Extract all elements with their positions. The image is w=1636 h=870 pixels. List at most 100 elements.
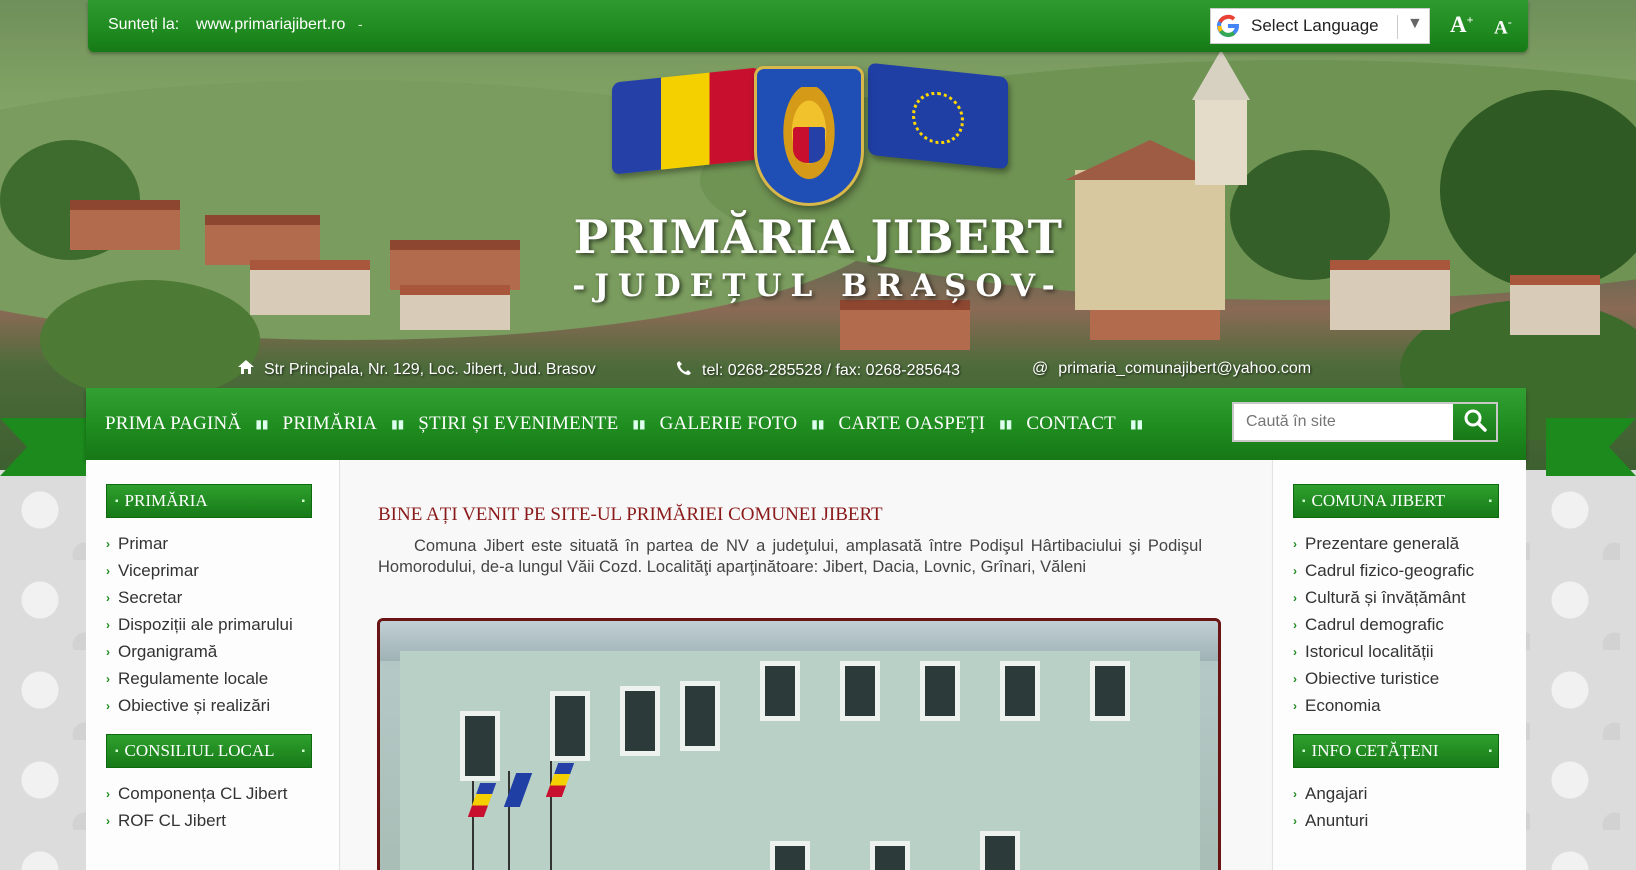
chevron-right-icon: › <box>1293 590 1297 605</box>
chevron-right-icon: › <box>106 671 110 686</box>
search-input[interactable] <box>1234 404 1453 440</box>
site-title: PRIMĂRIA JIBERT <box>573 210 1063 264</box>
info-box-title: ▪ INFO CETĂȚENI ▪ <box>1293 734 1499 768</box>
chevron-right-icon: › <box>1293 698 1297 713</box>
nav-item-galerie[interactable]: GALERIE FOTO <box>660 413 798 435</box>
nav-item-prima-pagina[interactable]: PRIMA PAGINĂ <box>105 413 241 435</box>
menu-item-demografic[interactable]: › Cadrul demografic <box>1293 611 1474 638</box>
eu-flag <box>868 62 1008 170</box>
chevron-right-icon: › <box>1293 786 1297 801</box>
town-hall-building <box>400 651 1200 870</box>
house <box>250 260 370 315</box>
chevron-right-icon: › <box>106 698 110 713</box>
contact-phone: tel: 0268-285528 / fax: 0268-285643 <box>676 360 960 381</box>
menu-item-angajari[interactable]: › Angajari <box>1293 780 1368 807</box>
language-select[interactable]: Select Language ▼ <box>1210 8 1430 44</box>
menu-item-cadrul-fizico[interactable]: › Cadrul fizico-geografic <box>1293 557 1474 584</box>
menu-item-primar[interactable]: › Primar <box>106 530 293 557</box>
church-spire <box>1192 50 1250 100</box>
welcome-title: BINE AȚI VENIT PE SITE-UL PRIMĂRIEI COMU… <box>378 504 883 525</box>
menu-item-regulamente[interactable]: › Regulamente locale <box>106 665 293 692</box>
main-navigation: PRIMA PAGINĂ ▮▮ PRIMĂRIA ▮▮ ȘTIRI ȘI EVE… <box>86 388 1526 460</box>
comuna-menu: › Prezentare generală › Cadrul fizico-geog… <box>1293 530 1474 719</box>
nav-separator: ▮▮ <box>632 417 646 431</box>
menu-item-rof[interactable]: › ROF CL Jibert <box>106 807 287 834</box>
search-icon <box>1463 408 1487 437</box>
house <box>400 285 510 330</box>
consiliul-menu: › Componența CL Jibert › ROF CL Jibert <box>106 780 287 834</box>
menu-item-dispozitii[interactable]: › Dispoziții ale primarului <box>106 611 293 638</box>
tree <box>40 280 260 400</box>
dropdown-arrow-icon: ▼ <box>1407 15 1423 32</box>
nav-separator: ▮▮ <box>391 417 405 431</box>
nav-item-carte-oaspeti[interactable]: CARTE OASPEȚI <box>839 413 986 435</box>
menu-item-turistice[interactable]: › Obiective turistice <box>1293 665 1474 692</box>
eagle-emblem <box>779 87 839 187</box>
location-label: Sunteți la: <box>108 16 180 33</box>
nav-item-contact[interactable]: CONTACT <box>1026 413 1116 435</box>
info-menu: › Angajari › Anunturi <box>1293 780 1368 834</box>
main-content: BINE AȚI VENIT PE SITE-UL PRIMĂRIEI COMU… <box>341 460 1271 870</box>
top-bar: Sunteți la: www.primariajibert.ro - Sele… <box>88 0 1528 52</box>
nav-item-stiri[interactable]: ȘTIRI ȘI EVENIMENTE <box>418 413 618 435</box>
house <box>1510 275 1600 335</box>
menu-item-viceprimar[interactable]: › Viceprimar <box>106 557 293 584</box>
font-decrease-button[interactable]: A- <box>1494 15 1512 39</box>
church-tower <box>1195 95 1247 185</box>
chevron-right-icon: › <box>1293 617 1297 632</box>
google-icon <box>1215 13 1241 39</box>
flagpole <box>508 771 510 870</box>
menu-item-secretar[interactable]: › Secretar <box>106 584 293 611</box>
eu-stars <box>912 89 964 147</box>
chevron-right-icon: › <box>1293 813 1297 828</box>
coat-of-arms <box>754 66 864 206</box>
house <box>390 240 520 290</box>
breadcrumb-separator: - <box>358 16 363 32</box>
chevron-right-icon: › <box>1293 563 1297 578</box>
chevron-right-icon: › <box>106 617 110 632</box>
house <box>205 215 320 265</box>
consiliul-box-title: ▪ CONSILIUL LOCAL ▪ <box>106 734 312 768</box>
comuna-box-title: ▪ COMUNA JIBERT ▪ <box>1293 484 1499 518</box>
nav-separator: ▮▮ <box>1129 417 1144 431</box>
menu-item-obiective[interactable]: › Obiective și realizări <box>106 692 293 719</box>
nav-menu: PRIMA PAGINĂ ▮▮ PRIMĂRIA ▮▮ ȘTIRI ȘI EVE… <box>105 413 1157 435</box>
flagpole <box>472 781 474 870</box>
menu-item-organigrama[interactable]: › Organigramă <box>106 638 293 665</box>
menu-item-cultura[interactable]: › Cultură și învățământ <box>1293 584 1474 611</box>
menu-item-anunturi[interactable]: › Anunturi <box>1293 807 1368 834</box>
nav-item-primaria[interactable]: PRIMĂRIA <box>283 413 378 435</box>
chevron-right-icon: › <box>106 644 110 659</box>
house <box>70 200 180 250</box>
left-sidebar: ▪ PRIMĂRIA ▪ › Primar › Viceprimar › Secretar… <box>86 460 340 870</box>
phone-text: tel: 0268-285528 / fax: 0268-285643 <box>702 361 960 379</box>
menu-item-prezentare[interactable]: › Prezentare generală <box>1293 530 1474 557</box>
chevron-right-icon: › <box>1293 671 1297 686</box>
site-url-link[interactable]: www.primariajibert.ro <box>196 16 345 34</box>
chevron-right-icon: › <box>106 536 110 551</box>
primaria-box-title: ▪ PRIMĂRIA ▪ <box>106 484 312 518</box>
search-button[interactable] <box>1453 404 1496 440</box>
menu-item-componenta[interactable]: › Componența CL Jibert <box>106 780 287 807</box>
chevron-right-icon: › <box>106 813 110 828</box>
menu-item-economia[interactable]: › Economia <box>1293 692 1474 719</box>
chevron-right-icon: › <box>1293 644 1297 659</box>
phone-icon <box>676 360 692 381</box>
chevron-right-icon: › <box>106 590 110 605</box>
right-sidebar: ▪ COMUNA JIBERT ▪ › Prezentare generală › Ca… <box>1272 460 1526 870</box>
primaria-menu: › Primar › Viceprimar › Secretar › Dispoziți… <box>106 530 293 719</box>
contact-address: Str Principala, Nr. 129, Loc. Jibert, Ju… <box>238 360 596 379</box>
welcome-text: Comuna Jibert este situată în partea de … <box>378 537 1202 576</box>
divider <box>1397 15 1398 39</box>
email-text[interactable]: primaria_comunajibert@yahoo.com <box>1058 360 1311 378</box>
nav-separator: ▮▮ <box>999 417 1013 431</box>
language-select-label: Select Language <box>1251 16 1379 35</box>
chevron-right-icon: › <box>106 563 110 578</box>
menu-item-istoric[interactable]: › Istoricul localității <box>1293 638 1474 665</box>
font-increase-button[interactable]: A+ <box>1450 12 1473 38</box>
nav-separator: ▮▮ <box>811 417 825 431</box>
home-icon <box>238 360 254 379</box>
town-hall-photo <box>377 618 1221 870</box>
site-subtitle: -JUDEȚUL BRAȘOV- <box>572 268 1064 304</box>
romania-flag <box>612 67 760 175</box>
